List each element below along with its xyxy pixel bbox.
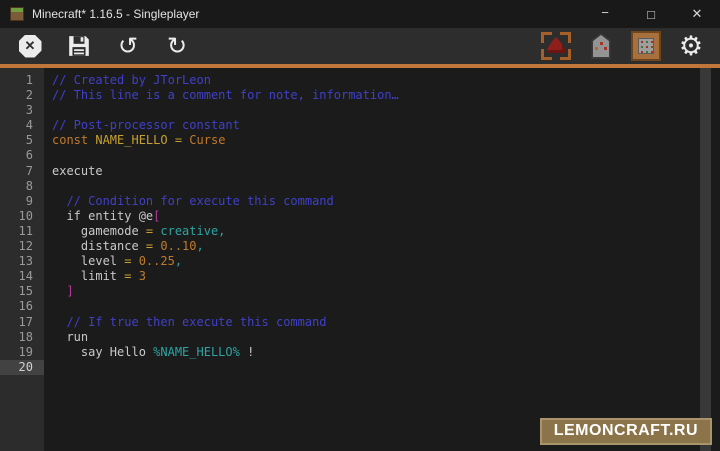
toolbar: ✕ ↺ ↻ (0, 28, 720, 68)
redo-icon: ↻ (167, 34, 187, 58)
octagon-x-icon: ✕ (19, 35, 42, 58)
code-text (44, 179, 720, 194)
code-line[interactable]: 1// Created by JTorLeon (0, 73, 720, 88)
code-line[interactable]: 10 if entity @e[ (0, 209, 720, 224)
line-number: 5 (0, 133, 44, 148)
code-text (44, 148, 720, 163)
line-number: 9 (0, 194, 44, 209)
code-text: run (44, 330, 720, 345)
code-text: gamemode = creative, (44, 224, 720, 239)
home-icon (589, 33, 613, 59)
watermark-banner: LEMONCRAFT.RU (540, 418, 712, 445)
line-number: 17 (0, 315, 44, 330)
redo-button[interactable]: ↻ (162, 31, 192, 61)
code-text: limit = 3 (44, 269, 720, 284)
code-text (44, 299, 720, 314)
line-number: 14 (0, 269, 44, 284)
code-rows: 1// Created by JTorLeon2// This line is … (0, 68, 720, 375)
code-line[interactable]: 12 distance = 0..10, (0, 239, 720, 254)
code-text: say Hello %NAME_HELLO% ! (44, 345, 720, 360)
line-number: 6 (0, 148, 44, 163)
code-text (44, 360, 720, 375)
code-line[interactable]: 11 gamemode = creative, (0, 224, 720, 239)
home-button[interactable] (586, 31, 616, 61)
line-number: 11 (0, 224, 44, 239)
toolbar-right-group: ⚙ (541, 31, 720, 61)
minimize-button[interactable]: − (582, 0, 628, 28)
toolbar-left-group: ✕ ↺ ↻ (0, 31, 192, 61)
maximize-icon: □ (647, 7, 655, 22)
code-line[interactable]: 17 // If true then execute this command (0, 315, 720, 330)
code-line[interactable]: 5const NAME_HELLO = Curse (0, 133, 720, 148)
code-line[interactable]: 3 (0, 103, 720, 118)
app-window: Minecraft* 1.16.5 - Singleplayer − □ ✕ ✕ (0, 0, 720, 451)
code-text: // Created by JTorLeon (44, 73, 720, 88)
line-number: 15 (0, 284, 44, 299)
close-icon: ✕ (692, 6, 703, 22)
vertical-scrollbar[interactable] (700, 68, 711, 451)
code-editor[interactable]: 1// Created by JTorLeon2// This line is … (0, 68, 720, 451)
line-number: 2 (0, 88, 44, 103)
line-number: 19 (0, 345, 44, 360)
line-number: 13 (0, 254, 44, 269)
line-number: 1 (0, 73, 44, 88)
line-number: 8 (0, 179, 44, 194)
code-line[interactable]: 7execute (0, 164, 720, 179)
gear-icon: ⚙ (679, 33, 703, 60)
code-line[interactable]: 16 (0, 299, 720, 314)
redstone-select-button[interactable] (541, 31, 571, 61)
titlebar: Minecraft* 1.16.5 - Singleplayer − □ ✕ (0, 0, 720, 28)
maximize-button[interactable]: □ (628, 0, 674, 28)
code-line[interactable]: 2// This line is a comment for note, inf… (0, 88, 720, 103)
grass-block-icon (10, 7, 24, 21)
code-text: if entity @e[ (44, 209, 720, 224)
code-line[interactable]: 4// Post-processor constant (0, 118, 720, 133)
code-text: ] (44, 284, 720, 299)
line-number: 10 (0, 209, 44, 224)
code-line[interactable]: 20 (0, 360, 720, 375)
code-text: const NAME_HELLO = Curse (44, 133, 720, 148)
code-line[interactable]: 18 run (0, 330, 720, 345)
window-title: Minecraft* 1.16.5 - Singleplayer (32, 7, 199, 21)
code-line[interactable]: 15 ] (0, 284, 720, 299)
code-line[interactable]: 9 // Condition for execute this command (0, 194, 720, 209)
code-text: level = 0..25, (44, 254, 720, 269)
clear-button[interactable]: ✕ (15, 31, 45, 61)
code-line[interactable]: 14 limit = 3 (0, 269, 720, 284)
code-text (44, 103, 720, 118)
undo-icon: ↺ (118, 34, 138, 58)
code-line[interactable]: 19 say Hello %NAME_HELLO% ! (0, 345, 720, 360)
floppy-disk-icon (67, 34, 91, 58)
code-text: // If true then execute this command (44, 315, 720, 330)
code-text: execute (44, 164, 720, 179)
line-number: 20 (0, 360, 44, 375)
code-text: // Condition for execute this command (44, 194, 720, 209)
code-text: // This line is a comment for note, info… (44, 88, 720, 103)
settings-button[interactable]: ⚙ (676, 31, 706, 61)
line-number: 12 (0, 239, 44, 254)
minimize-icon: − (601, 5, 609, 20)
code-line[interactable]: 13 level = 0..25, (0, 254, 720, 269)
line-number: 3 (0, 103, 44, 118)
code-text: // Post-processor constant (44, 118, 720, 133)
code-line[interactable]: 8 (0, 179, 720, 194)
line-number: 16 (0, 299, 44, 314)
crafting-table-icon (631, 31, 661, 61)
line-number: 7 (0, 164, 44, 179)
line-number: 4 (0, 118, 44, 133)
line-number: 18 (0, 330, 44, 345)
crafting-table-button[interactable] (631, 31, 661, 61)
undo-button[interactable]: ↺ (113, 31, 143, 61)
code-text: distance = 0..10, (44, 239, 720, 254)
close-button[interactable]: ✕ (674, 0, 720, 28)
code-line[interactable]: 6 (0, 148, 720, 163)
save-button[interactable] (64, 31, 94, 61)
redstone-dust-icon (541, 32, 571, 60)
